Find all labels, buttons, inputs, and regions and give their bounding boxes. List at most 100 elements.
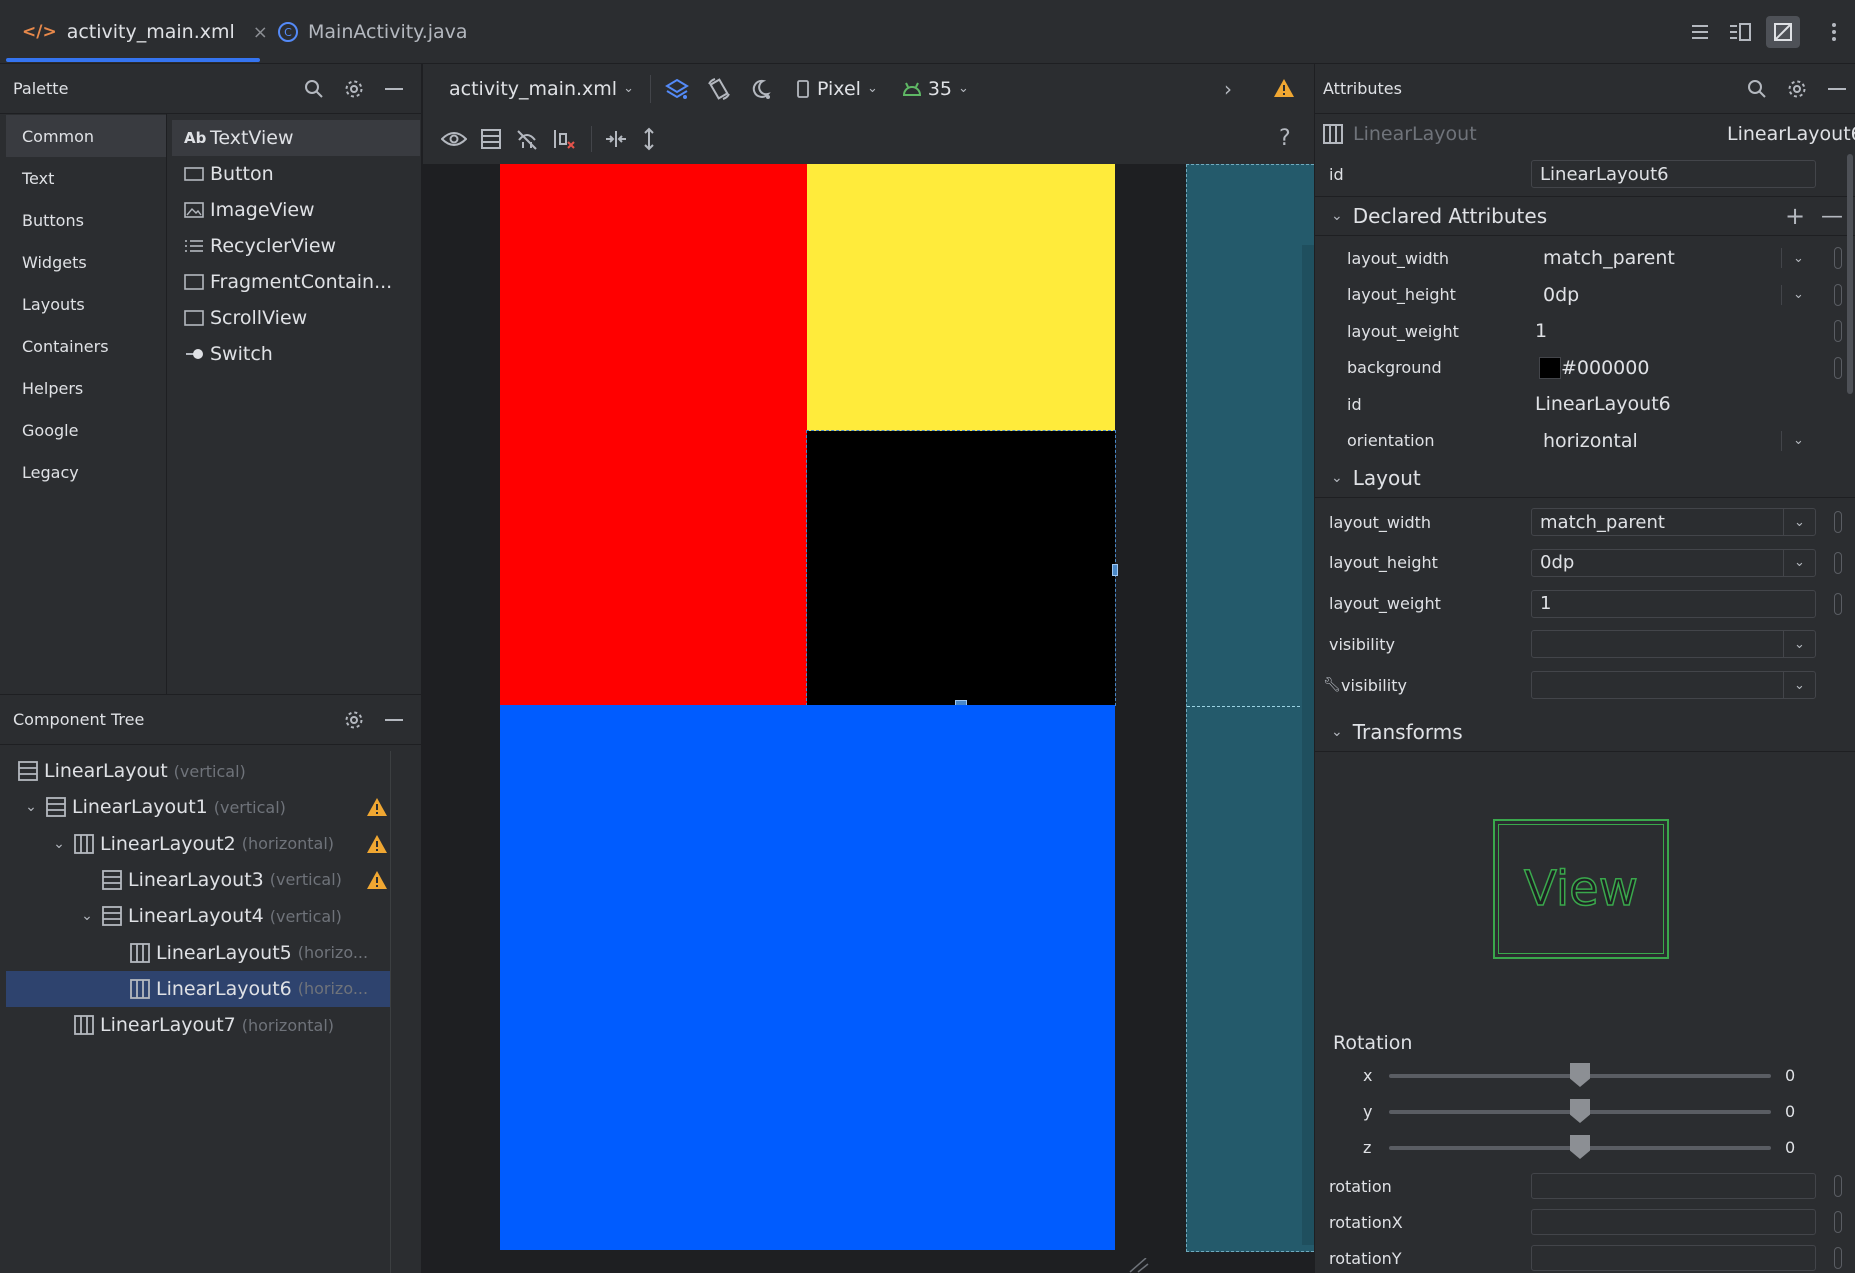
palette-item-switch[interactable]: Switch bbox=[172, 336, 420, 372]
warning-icon[interactable] bbox=[366, 834, 388, 854]
palette-item-recyclerview[interactable]: RecyclerView bbox=[172, 228, 420, 264]
blue-layout-block[interactable] bbox=[500, 705, 1115, 1250]
palette-category-text[interactable]: Text bbox=[6, 157, 166, 199]
pin-icon[interactable] bbox=[1834, 1175, 1842, 1197]
declared-attr-row[interactable]: layout_height 0dp ⌄ bbox=[1315, 277, 1855, 313]
transform-attr-row[interactable]: rotationY bbox=[1315, 1240, 1855, 1273]
attributes-scrollbar[interactable] bbox=[1847, 154, 1853, 394]
warning-icon[interactable] bbox=[1273, 78, 1295, 98]
declared-attr-row[interactable]: id LinearLayout6 bbox=[1315, 386, 1855, 422]
eye-icon[interactable] bbox=[441, 130, 467, 148]
tree-scrollbar-track[interactable] bbox=[390, 751, 391, 1273]
pin-icon[interactable] bbox=[1834, 320, 1842, 342]
palette-item-imageview[interactable]: ImageView bbox=[172, 192, 420, 228]
black-layout-block-selected[interactable] bbox=[806, 430, 1116, 706]
chevron-down-icon[interactable]: ⌄ bbox=[50, 836, 68, 852]
palette-category-layouts[interactable]: Layouts bbox=[6, 283, 166, 325]
attr-input[interactable]: ⌄ bbox=[1531, 671, 1816, 700]
orientation-icon[interactable] bbox=[707, 77, 731, 100]
declared-attr-row[interactable]: orientation horizontal ⌄ bbox=[1315, 423, 1855, 459]
chevron-down-icon[interactable]: ⌄ bbox=[1793, 433, 1804, 448]
transform-attr-row[interactable]: rotationX bbox=[1315, 1204, 1855, 1240]
palette-category-buttons[interactable]: Buttons bbox=[6, 199, 166, 241]
warning-icon[interactable] bbox=[366, 797, 388, 817]
rotation-slider-thumb[interactable] bbox=[1570, 1099, 1590, 1123]
chevron-down-icon[interactable]: ⌄ bbox=[1783, 672, 1815, 699]
pack-horizontal-icon[interactable] bbox=[604, 129, 628, 149]
layout-attr-row[interactable]: 🔧︎ visibility ⌄ bbox=[1315, 667, 1855, 703]
api-level-selector[interactable]: 35 bbox=[928, 78, 952, 100]
chevron-right-icon[interactable]: › bbox=[1224, 77, 1232, 101]
disable-autoconnect-icon[interactable] bbox=[515, 128, 539, 150]
chevron-down-icon[interactable]: ⌄ bbox=[22, 799, 40, 815]
declared-attr-row[interactable]: layout_weight 1 bbox=[1315, 313, 1855, 349]
yellow-layout-block[interactable] bbox=[807, 164, 1115, 431]
chevron-down-icon[interactable]: ⌄ bbox=[1793, 287, 1804, 302]
search-icon[interactable] bbox=[300, 75, 328, 103]
layout-attr-row[interactable]: visibility ⌄ bbox=[1315, 626, 1855, 662]
chevron-down-icon[interactable]: ⌄ bbox=[1783, 549, 1815, 576]
palette-category-common[interactable]: Common bbox=[6, 115, 166, 157]
palette-category-google[interactable]: Google bbox=[6, 409, 166, 451]
layout-section[interactable]: ⌄ Layout bbox=[1315, 458, 1855, 498]
minimize-icon[interactable] bbox=[1823, 75, 1851, 103]
layout-attr-row[interactable]: layout_height 0dp ⌄ bbox=[1315, 545, 1855, 581]
add-icon[interactable]: + bbox=[1785, 202, 1805, 230]
clear-constraints-icon[interactable] bbox=[553, 128, 577, 150]
layout-attr-row[interactable]: layout_width match_parent ⌄ bbox=[1315, 504, 1855, 540]
chevron-down-icon[interactable]: ⌄ bbox=[1783, 631, 1815, 658]
attr-input[interactable]: ⌄ bbox=[1531, 630, 1816, 659]
search-icon[interactable] bbox=[1743, 75, 1771, 103]
blueprint-view[interactable] bbox=[1186, 164, 1315, 1252]
close-icon[interactable]: × bbox=[253, 22, 268, 43]
pin-icon[interactable] bbox=[1834, 1247, 1842, 1269]
night-mode-icon[interactable] bbox=[749, 78, 771, 100]
pin-icon[interactable] bbox=[1834, 356, 1842, 379]
pin-icon[interactable] bbox=[1834, 592, 1842, 615]
palette-item-fragmentcontainer[interactable]: FragmentContain... bbox=[172, 264, 420, 300]
design-canvas[interactable] bbox=[500, 164, 1118, 1273]
pin-icon[interactable] bbox=[1834, 247, 1842, 269]
tree-row[interactable]: ⌄ LinearLayout2 (horizontal) bbox=[6, 826, 422, 862]
transforms-section[interactable]: ⌄ Transforms bbox=[1315, 712, 1855, 752]
pin-icon[interactable] bbox=[1834, 551, 1842, 574]
declared-attr-row[interactable]: background #000000 bbox=[1315, 350, 1855, 386]
code-view-icon[interactable] bbox=[1686, 18, 1714, 46]
declared-attributes-section[interactable]: ⌄ Declared Attributes + — bbox=[1315, 196, 1855, 236]
remove-icon[interactable]: — bbox=[1821, 204, 1843, 229]
layout-icon[interactable] bbox=[481, 128, 501, 149]
rotation-slider-thumb[interactable] bbox=[1570, 1135, 1590, 1159]
file-selector[interactable]: activity_main.xml bbox=[449, 78, 617, 100]
red-layout-block[interactable] bbox=[500, 164, 807, 705]
tree-row[interactable]: ⌄ LinearLayout1 (vertical) bbox=[6, 789, 422, 825]
pin-icon[interactable] bbox=[1834, 283, 1842, 306]
gear-icon[interactable] bbox=[340, 706, 368, 734]
pin-icon[interactable] bbox=[1834, 511, 1842, 533]
attr-input[interactable] bbox=[1531, 1209, 1816, 1235]
attr-input[interactable] bbox=[1531, 1173, 1816, 1199]
tab-main-activity[interactable]: C MainActivity.java bbox=[278, 0, 468, 64]
expand-vertical-icon[interactable] bbox=[642, 127, 656, 151]
attr-input[interactable]: 0dp ⌄ bbox=[1531, 548, 1816, 577]
chevron-down-icon[interactable]: ⌄ bbox=[78, 908, 96, 924]
design-view-icon[interactable] bbox=[1766, 16, 1800, 48]
gear-icon[interactable] bbox=[340, 75, 368, 103]
attr-input[interactable]: match_parent ⌄ bbox=[1531, 508, 1816, 536]
minimize-icon[interactable] bbox=[380, 706, 408, 734]
gear-icon[interactable] bbox=[1783, 75, 1811, 103]
device-selector[interactable]: Pixel bbox=[817, 78, 861, 100]
palette-category-helpers[interactable]: Helpers bbox=[6, 367, 166, 409]
rotation-slider-thumb[interactable] bbox=[1570, 1063, 1590, 1087]
minimize-icon[interactable] bbox=[380, 75, 408, 103]
design-surface-icon[interactable] bbox=[665, 78, 689, 100]
palette-category-widgets[interactable]: Widgets bbox=[6, 241, 166, 283]
attr-input[interactable]: 1 bbox=[1531, 589, 1816, 618]
color-swatch[interactable] bbox=[1539, 356, 1561, 379]
palette-item-scrollview[interactable]: ScrollView bbox=[172, 300, 420, 336]
attr-input[interactable] bbox=[1531, 1245, 1816, 1271]
palette-item-button[interactable]: Button bbox=[172, 156, 420, 192]
declared-attr-row[interactable]: layout_width match_parent ⌄ bbox=[1315, 240, 1855, 276]
canvas-resize-grip[interactable] bbox=[1128, 1258, 1150, 1273]
tree-row[interactable]: LinearLayout6 (horizo... bbox=[6, 970, 391, 1007]
id-input[interactable]: LinearLayout6 bbox=[1531, 160, 1816, 188]
